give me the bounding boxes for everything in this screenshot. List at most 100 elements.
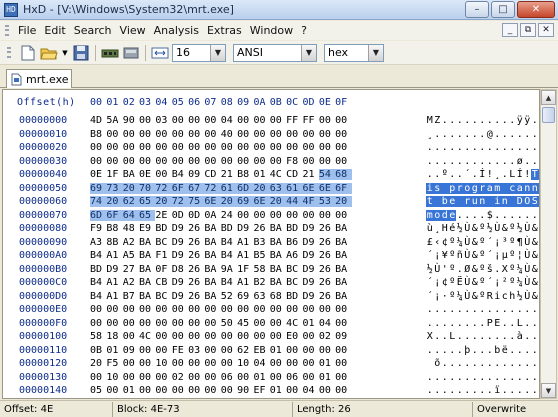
text-char[interactable]: ² bbox=[501, 277, 509, 288]
hex-byte[interactable]: 53 bbox=[318, 196, 336, 208]
text-char[interactable]: . bbox=[494, 210, 502, 221]
hex-byte[interactable]: 00 bbox=[302, 129, 318, 140]
hex-row[interactable]: 00000030 00 00 00 00 00 00 00 00 00 00 00 00 F8 00 00 00… bbox=[3, 155, 539, 169]
dropdown-arrow-icon[interactable]: ▼ bbox=[61, 44, 69, 62]
hex-byte[interactable]: 00 bbox=[204, 129, 220, 140]
text-char[interactable]: . bbox=[494, 264, 502, 275]
text-char[interactable]: õ bbox=[434, 358, 442, 369]
hex-byte[interactable]: 26 bbox=[188, 291, 204, 302]
text-char[interactable]: c bbox=[501, 291, 509, 302]
hex-byte[interactable]: BA bbox=[123, 169, 139, 180]
text-char[interactable]: ¼ bbox=[456, 237, 464, 248]
text-char[interactable]: & bbox=[471, 277, 479, 288]
hex-byte[interactable]: 4D bbox=[90, 115, 106, 126]
text-char[interactable]: Ù bbox=[464, 250, 472, 261]
hex-byte[interactable]: 0D bbox=[172, 210, 188, 221]
hxd-app-icon[interactable]: HD bbox=[4, 2, 18, 17]
hex-byte[interactable]: 21 bbox=[302, 169, 318, 180]
text-char[interactable]: þ bbox=[464, 345, 472, 356]
text-char[interactable]: . bbox=[456, 304, 464, 315]
text-char[interactable]: ¶ bbox=[516, 237, 524, 248]
hex-row[interactable]: 000000B0 BD D9 27 BA 0F D8 26 BA 9A 1F 58 BA BC D9 26 BA… bbox=[3, 263, 539, 277]
text-char[interactable]: . bbox=[501, 304, 509, 315]
scroll-down-icon[interactable]: ▼ bbox=[541, 383, 556, 398]
text-char[interactable]: Ù bbox=[494, 223, 502, 234]
text-char[interactable]: ½ bbox=[456, 223, 464, 234]
text-char[interactable]: Ù bbox=[524, 264, 532, 275]
hex-byte[interactable]: F5 bbox=[106, 358, 122, 369]
text-char[interactable]: . bbox=[449, 304, 457, 315]
text-char[interactable]: . bbox=[471, 331, 479, 342]
hex-byte[interactable]: 00 bbox=[302, 156, 318, 167]
hex-byte[interactable]: 00 bbox=[270, 115, 286, 126]
text-char[interactable]: & bbox=[471, 237, 479, 248]
text-char[interactable]: . bbox=[449, 318, 457, 329]
hex-byte[interactable]: 70 bbox=[139, 182, 156, 194]
text-char[interactable] bbox=[441, 182, 449, 194]
text-char[interactable]: @ bbox=[486, 129, 494, 140]
text-char[interactable]: ! bbox=[486, 169, 494, 180]
hex-byte[interactable]: 00 bbox=[172, 129, 188, 140]
menu-view[interactable]: View bbox=[116, 24, 150, 37]
text-char[interactable]: . bbox=[456, 115, 464, 126]
hex-byte[interactable]: 00 bbox=[253, 142, 269, 153]
text-char[interactable]: . bbox=[434, 318, 442, 329]
new-file-icon[interactable] bbox=[19, 44, 37, 62]
hex-byte[interactable]: BA bbox=[335, 237, 351, 248]
text-char[interactable]: i bbox=[494, 291, 502, 302]
text-char[interactable]: . bbox=[479, 318, 487, 329]
text-char[interactable]: . bbox=[434, 304, 442, 315]
text-char[interactable]: . bbox=[449, 345, 457, 356]
hex-byte[interactable]: 00 bbox=[270, 358, 286, 369]
hex-byte[interactable]: 04 bbox=[221, 115, 237, 126]
hex-byte[interactable]: BA bbox=[204, 223, 220, 234]
text-char[interactable]: ´ bbox=[426, 291, 434, 302]
hex-byte[interactable]: A1 bbox=[106, 277, 122, 288]
hex-byte[interactable]: 26 bbox=[319, 277, 335, 288]
hex-byte[interactable]: 00 bbox=[155, 372, 171, 383]
hex-byte[interactable]: 20 bbox=[335, 196, 352, 208]
hex-byte[interactable]: 00 bbox=[172, 156, 188, 167]
hex-byte[interactable]: BA bbox=[270, 223, 286, 234]
text-char[interactable] bbox=[433, 196, 441, 208]
text-char[interactable]: . bbox=[516, 129, 524, 140]
hex-byte[interactable]: 00 bbox=[172, 331, 188, 342]
text-char[interactable]: O bbox=[523, 196, 531, 208]
hex-byte[interactable]: 01 bbox=[253, 372, 269, 383]
hex-byte[interactable]: F1 bbox=[155, 250, 171, 261]
hex-byte[interactable]: 62 bbox=[237, 345, 253, 356]
hex-byte[interactable]: 00 bbox=[319, 156, 335, 167]
hex-byte[interactable]: 00 bbox=[204, 318, 220, 329]
text-char[interactable]: . bbox=[516, 385, 524, 396]
hex-byte[interactable]: 00 bbox=[188, 318, 204, 329]
text-char[interactable]: º bbox=[509, 223, 517, 234]
hex-byte[interactable]: 00 bbox=[172, 318, 188, 329]
text-char[interactable]: . bbox=[471, 318, 479, 329]
close-button[interactable]: ✕ bbox=[517, 1, 555, 18]
hex-byte[interactable]: 09 bbox=[335, 331, 351, 342]
menu-analysis[interactable]: Analysis bbox=[150, 24, 203, 37]
hex-byte[interactable]: 09 bbox=[188, 169, 204, 180]
hex-byte[interactable]: 26 bbox=[188, 223, 204, 234]
text-char[interactable]: Ù bbox=[464, 277, 472, 288]
text-char[interactable]: p bbox=[448, 182, 456, 194]
hex-row[interactable]: 00000120 20 F5 00 00 10 00 00 00 00 10 04 00 00 00 01 00… bbox=[3, 357, 539, 371]
text-char[interactable]: . bbox=[464, 156, 472, 167]
text-char[interactable]: ¢ bbox=[441, 277, 449, 288]
text-char[interactable]: . bbox=[531, 345, 539, 356]
hex-row[interactable]: 00000050 69 73 20 70 72 6F 67 72 61 6D 20 63 61 6E 6E 6F… bbox=[3, 182, 539, 196]
hex-byte[interactable]: 90 bbox=[123, 115, 139, 126]
hex-byte[interactable]: 26 bbox=[188, 250, 204, 261]
hex-byte[interactable]: 26 bbox=[319, 223, 335, 234]
text-char[interactable]: Ù bbox=[524, 237, 532, 248]
hex-byte[interactable]: 00 bbox=[270, 331, 286, 342]
hex-byte[interactable]: 6D bbox=[90, 209, 107, 221]
hex-byte[interactable]: 01 bbox=[270, 345, 286, 356]
hex-row[interactable]: 00000060 74 20 62 65 20 72 75 6E 20 69 6E 20 44 4F 53 20… bbox=[3, 195, 539, 209]
text-char[interactable]: r bbox=[456, 182, 464, 194]
hex-byte[interactable]: 01 bbox=[302, 318, 318, 329]
hex-byte[interactable]: 00 bbox=[270, 142, 286, 153]
hex-byte[interactable]: 00 bbox=[139, 142, 155, 153]
text-char[interactable]: º bbox=[509, 277, 517, 288]
text-char[interactable]: º bbox=[449, 277, 457, 288]
